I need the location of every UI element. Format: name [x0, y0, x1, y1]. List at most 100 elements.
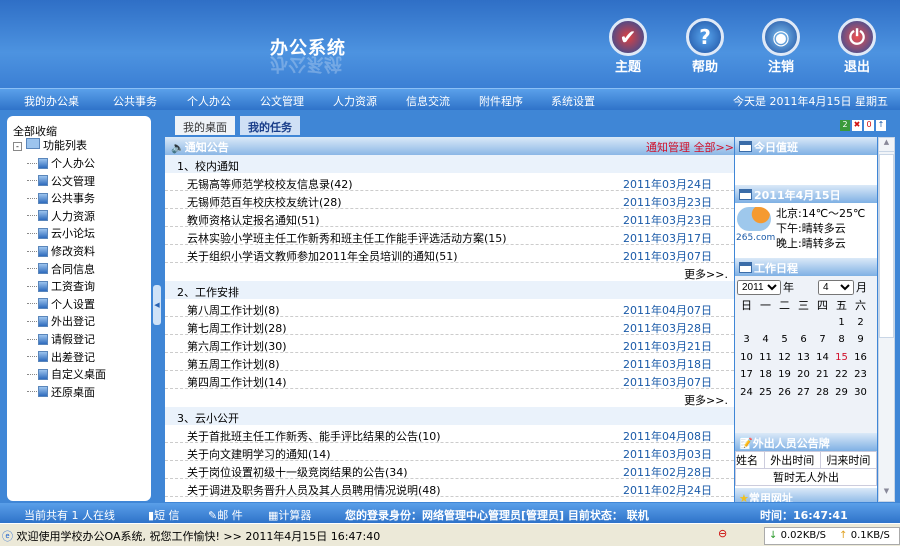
- tab-my-tasks[interactable]: 我的任务: [240, 116, 300, 135]
- weather-brand[interactable]: 265.com: [736, 233, 775, 243]
- nav-item[interactable]: 公文管理: [260, 93, 304, 109]
- notice-row[interactable]: 关于岗位设置初级十一级竞岗结果的公告(34) 2011年02月28日: [165, 461, 734, 479]
- sidebar-item[interactable]: 还原桌面: [27, 384, 95, 400]
- notice-title[interactable]: 无锡师范百年校庆校友统计(28): [187, 196, 342, 209]
- calendar-day[interactable]: 12: [775, 349, 794, 367]
- calendar-day[interactable]: 3: [737, 331, 756, 349]
- nav-item[interactable]: 附件程序: [479, 93, 523, 109]
- notice-title[interactable]: 云林实验小学班主任工作新秀和班主任工作能手评选活动方案(15): [187, 232, 507, 245]
- notice-row[interactable]: 第七周工作计划(28) 2011年03月28日: [165, 317, 734, 335]
- mail-button[interactable]: ✎邮 件: [208, 507, 243, 523]
- scroll-up-icon[interactable]: ▲: [879, 138, 894, 152]
- calendar-day[interactable]: 17: [737, 366, 756, 384]
- sidebar-item[interactable]: 公共事务: [27, 190, 95, 206]
- more-link[interactable]: 更多>>.: [165, 263, 734, 281]
- sidebar-item[interactable]: 公文管理: [27, 173, 95, 189]
- nav-item[interactable]: 我的办公桌: [24, 93, 79, 109]
- calendar-day[interactable]: 20: [794, 366, 813, 384]
- notice-title[interactable]: 关于岗位设置初级十一级竞岗结果的公告(34): [187, 466, 408, 479]
- logout-button[interactable]: ◉ 注销: [756, 18, 806, 75]
- sidebar-item[interactable]: 工资查询: [27, 278, 95, 294]
- calendar-day[interactable]: 18: [756, 366, 775, 384]
- notice-row[interactable]: 无锡高等师范学校校友信息录(42) 2011年03月24日: [165, 173, 734, 191]
- notice-title[interactable]: 关于组织小学语文教师参加2011年全员培训的通知(51): [187, 250, 458, 263]
- notice-all-link[interactable]: 全部>>: [694, 139, 734, 155]
- month-select[interactable]: 4: [818, 279, 854, 295]
- calendar-day[interactable]: 29: [832, 384, 851, 402]
- calendar-day[interactable]: 27: [794, 384, 813, 402]
- sidebar-item[interactable]: 修改资料: [27, 243, 95, 259]
- calculator-button[interactable]: ▦计算器: [268, 507, 311, 523]
- calendar-day[interactable]: 22: [832, 366, 851, 384]
- sidebar-item[interactable]: 个人设置: [27, 296, 95, 312]
- notice-row[interactable]: 关于组织小学语文教师参加2011年全员培训的通知(51) 2011年03月07日: [165, 245, 734, 263]
- sidebar-item[interactable]: 出差登记: [27, 349, 95, 365]
- calendar-day[interactable]: 11: [756, 349, 775, 367]
- calendar-day[interactable]: 23: [851, 366, 870, 384]
- calendar-day[interactable]: 2: [851, 314, 870, 332]
- sms-button[interactable]: ▮短 信: [148, 507, 180, 523]
- notice-title[interactable]: 关于向文建明学习的通知(14): [187, 448, 331, 461]
- notice-manage-link[interactable]: 通知管理: [646, 139, 690, 155]
- calendar-day[interactable]: 5: [775, 331, 794, 349]
- sidebar-item[interactable]: 人力资源: [27, 208, 95, 224]
- notice-row[interactable]: 云林实验小学班主任工作新秀和班主任工作能手评选活动方案(15) 2011年03月1…: [165, 227, 734, 245]
- calendar-day[interactable]: 30: [851, 384, 870, 402]
- calendar-day[interactable]: 25: [756, 384, 775, 402]
- calendar-day[interactable]: 21: [813, 366, 832, 384]
- vertical-scrollbar[interactable]: ▲ ▼: [878, 137, 895, 502]
- calendar-day[interactable]: 19: [775, 366, 794, 384]
- notice-title[interactable]: 教师资格认定报名通知(51): [187, 214, 320, 227]
- notice-row[interactable]: 无锡师范百年校庆校友统计(28) 2011年03月23日: [165, 191, 734, 209]
- notice-row[interactable]: 第六周工作计划(30) 2011年03月21日: [165, 335, 734, 353]
- calendar-day[interactable]: 4: [756, 331, 775, 349]
- calendar-day[interactable]: 1: [832, 314, 851, 332]
- sidebar-item[interactable]: 请假登记: [27, 331, 95, 347]
- sidebar-item[interactable]: 外出登记: [27, 313, 95, 329]
- collapse-sidebar-handle[interactable]: ◀: [153, 285, 161, 325]
- notice-title[interactable]: 无锡高等师范学校校友信息录(42): [187, 178, 353, 191]
- tree-root[interactable]: - 功能列表: [13, 137, 87, 153]
- notice-row[interactable]: 教师资格认定报名通知(51) 2011年03月23日: [165, 209, 734, 227]
- notice-row[interactable]: 第五周工作计划(8) 2011年03月18日: [165, 353, 734, 371]
- notice-row[interactable]: 关于向文建明学习的通知(14) 2011年03月03日: [165, 443, 734, 461]
- up-icon[interactable]: ↑: [876, 120, 886, 131]
- calendar-day[interactable]: 24: [737, 384, 756, 402]
- calendar-day[interactable]: 26: [775, 384, 794, 402]
- calendar-day[interactable]: 8: [832, 331, 851, 349]
- calendar-day[interactable]: 6: [794, 331, 813, 349]
- nav-item[interactable]: 公共事务: [113, 93, 157, 109]
- close-icon[interactable]: ✖: [852, 120, 862, 131]
- nav-item[interactable]: 系统设置: [551, 93, 595, 109]
- notice-title[interactable]: 第六周工作计划(30): [187, 340, 287, 353]
- notice-title[interactable]: 第七周工作计划(28): [187, 322, 287, 335]
- zero-icon[interactable]: 0: [864, 120, 874, 131]
- help-button[interactable]: ? 帮助: [680, 18, 730, 75]
- notice-row[interactable]: 关于调进及职务晋升人员及其人员聘用情况说明(48) 2011年02月24日: [165, 479, 734, 497]
- more-link[interactable]: 更多>>.: [165, 389, 734, 407]
- nav-item[interactable]: 个人办公: [187, 93, 231, 109]
- nav-item[interactable]: 人力资源: [333, 93, 377, 109]
- notice-row[interactable]: 第四周工作计划(14) 2011年03月07日: [165, 371, 734, 389]
- sidebar-item[interactable]: 云小论坛: [27, 225, 95, 241]
- calendar-day[interactable]: 13: [794, 349, 813, 367]
- calendar-day[interactable]: 10: [737, 349, 756, 367]
- calendar-day[interactable]: 28: [813, 384, 832, 402]
- calendar-day[interactable]: 9: [851, 331, 870, 349]
- sidebar-item[interactable]: 合同信息: [27, 261, 95, 277]
- notice-title[interactable]: 第四周工作计划(14): [187, 376, 287, 389]
- theme-button[interactable]: ✔ 主题: [603, 18, 653, 75]
- notice-title[interactable]: 第五周工作计划(8): [187, 358, 280, 371]
- year-select[interactable]: 2011: [737, 279, 781, 295]
- scroll-thumb[interactable]: [879, 154, 894, 338]
- notice-title[interactable]: 第八周工作计划(8): [187, 304, 280, 317]
- online-count[interactable]: 当前共有 1 人在线: [24, 507, 115, 523]
- calendar-day[interactable]: 14: [813, 349, 832, 367]
- notice-row[interactable]: 关于首批班主任工作新秀、能手评比结果的公告(10) 2011年04月08日: [165, 425, 734, 443]
- refresh-icon[interactable]: 2: [840, 120, 850, 131]
- notice-row[interactable]: 第八周工作计划(8) 2011年04月07日: [165, 299, 734, 317]
- nav-item[interactable]: 信息交流: [406, 93, 450, 109]
- calendar-day[interactable]: 15: [832, 349, 851, 367]
- sidebar-item[interactable]: 自定义桌面: [27, 366, 106, 382]
- calendar-day[interactable]: 16: [851, 349, 870, 367]
